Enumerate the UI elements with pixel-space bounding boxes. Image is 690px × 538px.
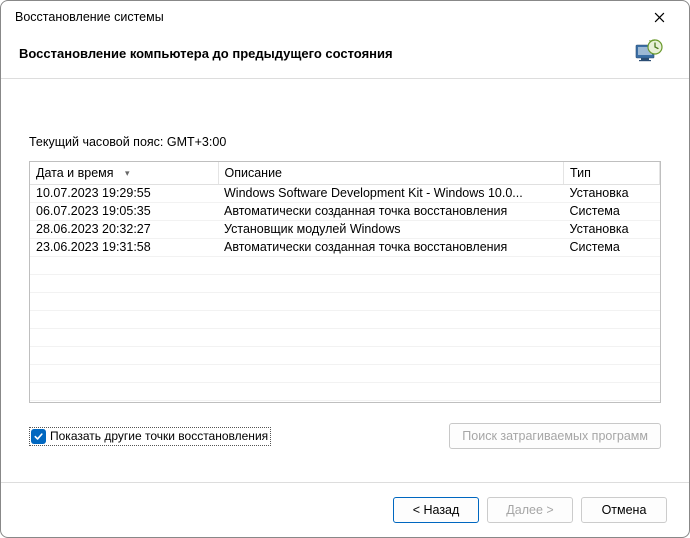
- column-header-datetime[interactable]: Дата и время ▾: [30, 162, 218, 184]
- scan-affected-button[interactable]: Поиск затрагиваемых программ: [449, 423, 661, 449]
- table-row[interactable]: 28.06.2023 20:32:27 Установщик модулей W…: [30, 220, 660, 238]
- wizard-footer: < Назад Далее > Отмена: [1, 482, 689, 537]
- close-button[interactable]: [637, 2, 681, 32]
- system-restore-icon: [633, 39, 663, 68]
- show-more-label: Показать другие точки восстановления: [50, 429, 268, 443]
- sort-desc-icon: ▾: [125, 168, 130, 178]
- table-header-row: Дата и время ▾ Описание Тип: [30, 162, 660, 184]
- table-row: [30, 382, 660, 400]
- restore-points-table: Дата и время ▾ Описание Тип 10.07.2023 1…: [29, 161, 661, 403]
- content-area: Текущий часовой пояс: GMT+3:00 Дата и вр…: [1, 79, 689, 449]
- titlebar: Восстановление системы: [1, 1, 689, 33]
- table-row: [30, 256, 660, 274]
- timezone-label: Текущий часовой пояс: GMT+3:00: [29, 135, 661, 149]
- show-more-checkbox[interactable]: Показать другие точки восстановления: [29, 427, 271, 446]
- cancel-button[interactable]: Отмена: [581, 497, 667, 523]
- table-row[interactable]: 10.07.2023 19:29:55 Windows Software Dev…: [30, 184, 660, 202]
- table-row: [30, 292, 660, 310]
- close-icon: [654, 12, 665, 23]
- wizard-heading: Восстановление компьютера до предыдущего…: [19, 46, 393, 61]
- table-row: [30, 310, 660, 328]
- column-header-type[interactable]: Тип: [564, 162, 660, 184]
- table-row: [30, 328, 660, 346]
- wizard-header: Восстановление компьютера до предыдущего…: [1, 33, 689, 79]
- back-button[interactable]: < Назад: [393, 497, 479, 523]
- table-row: [30, 364, 660, 382]
- table-row: [30, 346, 660, 364]
- table-row[interactable]: 06.07.2023 19:05:35 Автоматически создан…: [30, 202, 660, 220]
- table-row[interactable]: 23.06.2023 19:31:58 Автоматически создан…: [30, 238, 660, 256]
- table-row: [30, 274, 660, 292]
- checkbox-checked-icon: [31, 429, 46, 444]
- options-row: Показать другие точки восстановления Пои…: [29, 423, 661, 449]
- window-title: Восстановление системы: [15, 10, 164, 24]
- next-button[interactable]: Далее >: [487, 497, 573, 523]
- column-header-description[interactable]: Описание: [218, 162, 564, 184]
